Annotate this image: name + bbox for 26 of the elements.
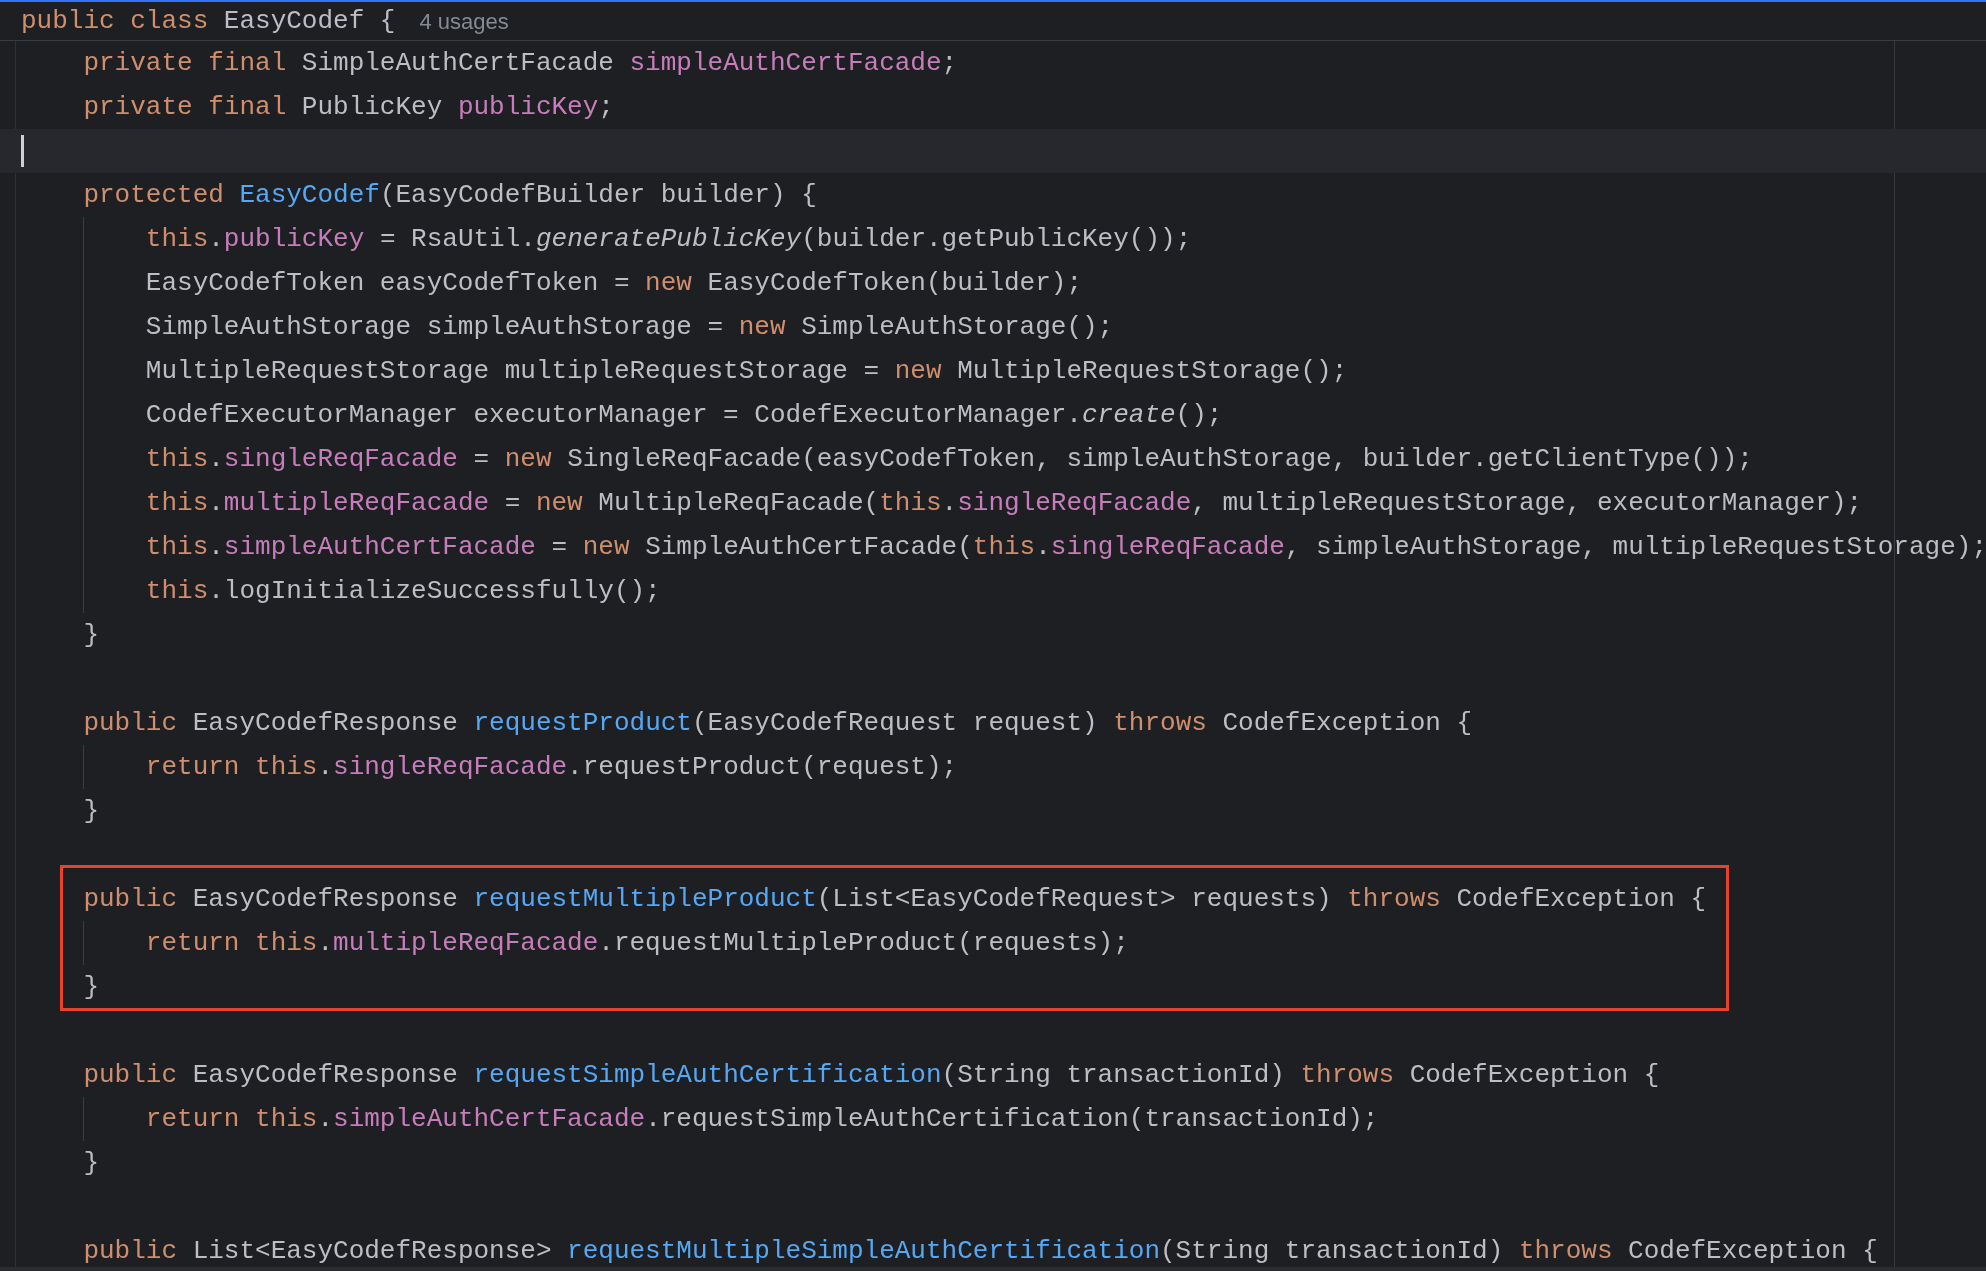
code-line: MultipleRequestStorage multipleRequestStorage = new MultipleRequestStorage(); (144, 356, 1348, 386)
code-line: this.publicKey = RsaUtil.generatePublicKey(builder.getPublicKey()); (144, 224, 1192, 254)
code-line: SimpleAuthStorage simpleAuthStorage = new SimpleAuthStorage(); (144, 312, 1114, 342)
code-line: CodefExecutorManager executorManager = CodefExecutorManager.create(); (144, 400, 1223, 430)
code-line: return this.multipleReqFacade.requestMultipleProduct(requests); (144, 928, 1129, 958)
code-line: public List<EasyCodefResponse> requestMultipleSimpleAuthCertification(String transactionId) throws CodefException { (82, 1236, 1878, 1266)
code-line: this.multipleReqFacade = new MultipleReqFacade(this.singleReqFacade, multipleRequestStorage, executorManager); (144, 488, 1863, 518)
code-line: protected EasyCodef(EasyCodefBuilder builder) { (82, 180, 817, 210)
code-line: return this.simpleAuthCertFacade.requestSimpleAuthCertification(transactionId); (144, 1104, 1379, 1134)
code-line: this.singleReqFacade = new SingleReqFacade(easyCodefToken, simpleAuthStorage, builder.getClientType()); (144, 444, 1753, 474)
code-line: } (82, 796, 99, 826)
code-line: this.logInitializeSuccessfully(); (144, 576, 661, 606)
code-line: private final PublicKey publicKey; (82, 92, 614, 122)
code-line: this.simpleAuthCertFacade = new SimpleAuthCertFacade(this.singleReqFacade, simpleAuthStorage, multipleRequestStorage); (144, 532, 1986, 562)
code-line: } (82, 620, 99, 650)
code-line: public EasyCodefResponse requestProduct(EasyCodefRequest request) throws CodefException { (82, 708, 1473, 738)
code-line: } (82, 972, 99, 1002)
text-cursor (21, 135, 24, 167)
code-line: public EasyCodefResponse requestSimpleAuthCertification(String transactionId) throws CodefException { (82, 1060, 1660, 1090)
code-line: public EasyCodefResponse requestMultipleProduct(List<EasyCodefRequest> requests) throws CodefException { (82, 884, 1707, 914)
code-line: public class EasyCodef { (21, 4, 396, 38)
usages-hint[interactable]: 4 usages (419, 4, 509, 38)
code-line: return this.singleReqFacade.requestProduct(request); (144, 752, 958, 782)
code-line: EasyCodefToken easyCodefToken = new EasyCodefToken(builder); (144, 268, 1082, 298)
code-line: } (82, 1148, 99, 1178)
code-line: private final SimpleAuthCertFacade simpleAuthCertFacade; (82, 48, 958, 78)
